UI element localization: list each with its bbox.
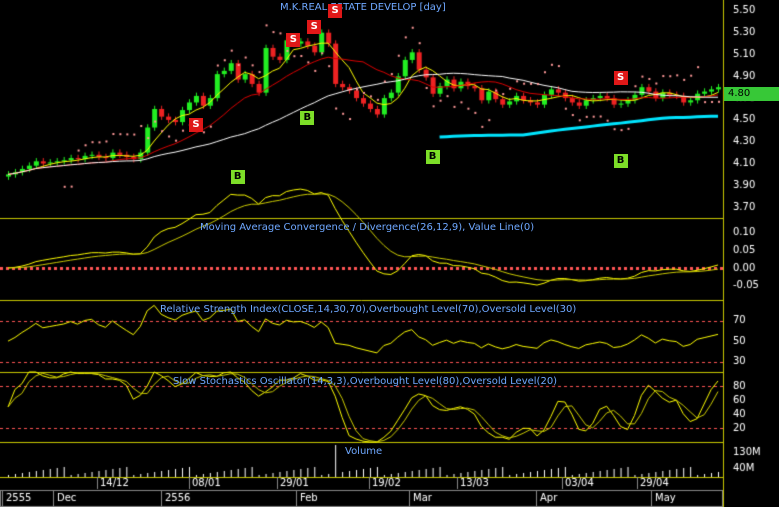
- sell-signal-badge: S: [188, 118, 203, 133]
- sell-signal-badge: S: [613, 71, 628, 86]
- rsi-panel-title: Relative Strength Index(CLOSE,14,30,70),…: [160, 304, 577, 315]
- volume-panel-title: Volume: [345, 446, 383, 457]
- stochastic-panel-title: Slow Stochastics Oscillator(14,3,3),Over…: [173, 376, 558, 387]
- sell-signal-badge: S: [328, 3, 343, 18]
- buy-signal-badge: B: [613, 154, 628, 169]
- last-price-label: 4.80: [724, 87, 779, 101]
- buy-signal-badge: B: [425, 149, 440, 164]
- price-panel-title: M.K.REAL ESTATE DEVELOP [day]: [280, 2, 446, 13]
- buy-signal-badge: B: [230, 169, 245, 184]
- stock-chart-canvas[interactable]: [0, 0, 779, 507]
- macd-panel-title: Moving Average Convergence / Divergence(…: [200, 222, 535, 233]
- sell-signal-badge: S: [307, 20, 322, 35]
- buy-signal-badge: B: [300, 110, 315, 125]
- sell-signal-badge: S: [286, 33, 301, 48]
